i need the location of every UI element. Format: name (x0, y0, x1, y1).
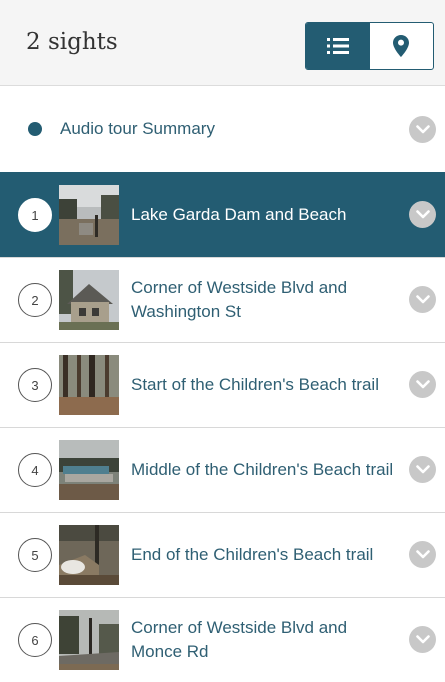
sight-title: Corner of Westside Blvd and Washington S… (131, 278, 348, 321)
sight-row-2[interactable]: 2 Corner of Westside Blvd and Washington… (0, 257, 445, 342)
chevron-down-icon[interactable] (409, 201, 436, 228)
sight-thumbnail (59, 185, 119, 245)
audio-tour-summary-row[interactable]: Audio tour Summary (0, 86, 445, 172)
sight-number: 2 (18, 283, 52, 317)
sight-row-4[interactable]: 4 Middle of the Children's Beach trail (0, 427, 445, 512)
chevron-down-icon[interactable] (409, 371, 436, 398)
sight-number: 5 (18, 538, 52, 572)
chevron-down-icon[interactable] (409, 456, 436, 483)
map-pin-icon (393, 35, 410, 57)
sights-list: 1 Lake Garda Dam and Beach 2 Corner of W… (0, 172, 445, 682)
sight-thumbnail (59, 525, 119, 585)
summary-dot (28, 122, 42, 136)
summary-label: Audio tour Summary (60, 119, 215, 138)
sight-title: Lake Garda Dam and Beach (131, 205, 347, 224)
sight-row-1[interactable]: 1 Lake Garda Dam and Beach (0, 172, 445, 257)
sight-title: Start of the Children's Beach trail (131, 375, 379, 394)
sight-row-3[interactable]: 3 Start of the Children's Beach trail (0, 342, 445, 427)
list-icon (326, 38, 349, 54)
sight-thumbnail (59, 610, 119, 670)
page-title: 2 sights (26, 29, 118, 55)
sight-number: 1 (18, 198, 52, 232)
list-view-button[interactable] (306, 23, 370, 69)
map-view-button[interactable] (370, 23, 434, 69)
sight-number: 4 (18, 453, 52, 487)
sight-thumbnail (59, 355, 119, 415)
sight-number: 3 (18, 368, 52, 402)
sight-row-6[interactable]: 6 Corner of Westside Blvd and Monce Rd (0, 597, 445, 682)
sight-title: End of the Children's Beach trail (131, 545, 374, 564)
chevron-down-icon[interactable] (409, 626, 436, 653)
sight-number: 6 (18, 623, 52, 657)
chevron-down-icon[interactable] (409, 116, 436, 143)
sight-row-5[interactable]: 5 End of the Children's Beach trail (0, 512, 445, 597)
header-bar: 2 sights (0, 0, 445, 86)
sight-title: Corner of Westside Blvd and Monce Rd (131, 618, 348, 661)
sight-thumbnail (59, 440, 119, 500)
chevron-down-icon[interactable] (409, 286, 436, 313)
chevron-down-icon[interactable] (409, 541, 436, 568)
sight-thumbnail (59, 270, 119, 330)
sight-title: Middle of the Children's Beach trail (131, 460, 394, 479)
view-toggle (305, 22, 434, 70)
